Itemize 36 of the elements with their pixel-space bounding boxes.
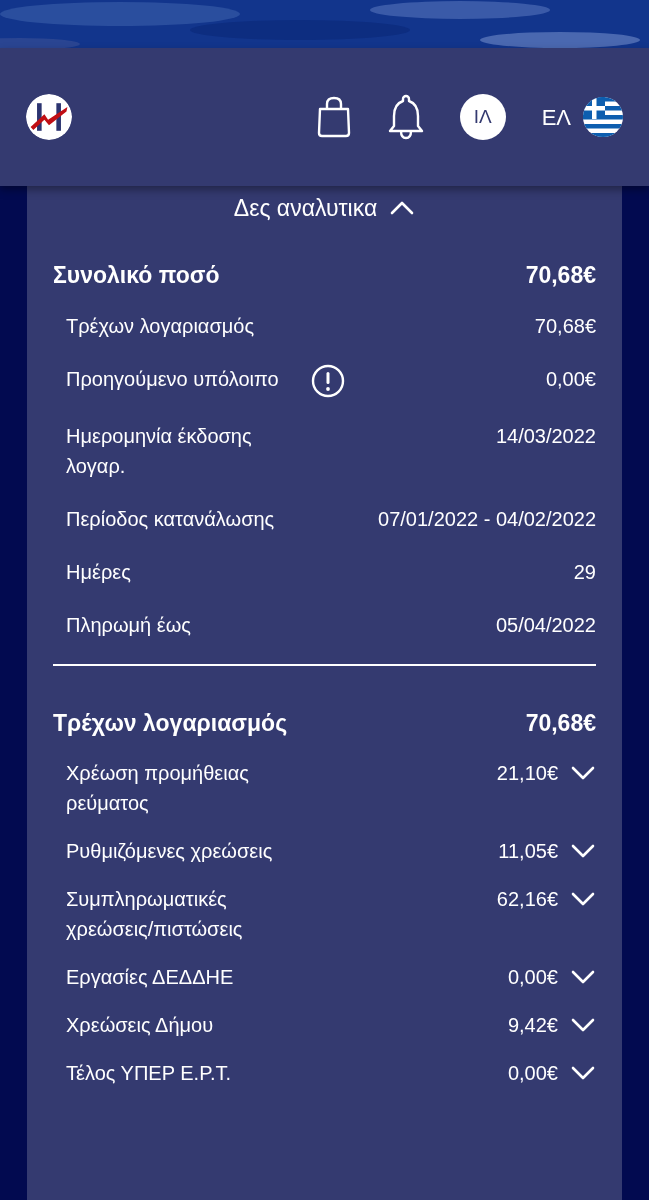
- charge-label: Χρέωση προμήθειας ρεύματος: [66, 761, 250, 816]
- charge-amount: 0,00€: [507, 1061, 558, 1086]
- detail-value: 0,00€: [545, 366, 596, 392]
- user-avatar[interactable]: ΙΛ: [459, 94, 506, 140]
- greek-flag-icon[interactable]: [583, 97, 623, 137]
- charge-label: Εργασίες ΔΕΔΔΗΕ: [66, 965, 235, 990]
- detail-value: 05/04/2022: [495, 612, 596, 638]
- detail-label: Πληρωμή έως: [66, 612, 192, 638]
- detail-value: 70,68€: [534, 313, 596, 339]
- detail-value: 29: [573, 559, 596, 585]
- charge-label: Τέλος ΥΠΕΡ Ε.Ρ.Τ.: [66, 1061, 233, 1086]
- detail-label: Ημερομηνία έκδοσης λογαρ.: [66, 423, 253, 479]
- charge-amount: 11,05€: [498, 839, 558, 864]
- charge-amount: 21,10€: [496, 761, 558, 786]
- shopping-bag-icon[interactable]: [315, 96, 352, 138]
- info-icon[interactable]: [311, 363, 345, 398]
- total-amount: 70,68€: [525, 708, 596, 738]
- charge-label: Χρεώσεις Δήμου: [66, 1013, 215, 1038]
- language-label[interactable]: ΕΛ: [541, 100, 571, 134]
- detail-label: Περίοδος κατανάλωσης: [66, 506, 276, 532]
- charge-amount: 62,16€: [496, 887, 558, 912]
- charge-label: Ρυθμιζόμενες χρεώσεις: [66, 839, 274, 864]
- detail-label: Ημέρες: [66, 559, 132, 585]
- detail-label: Τρέχων λογαριασμός: [66, 313, 256, 339]
- detail-value: 07/01/2022 - 04/02/2022: [378, 506, 596, 532]
- details-toggle[interactable]: Δες αναλυτικα: [233, 190, 416, 226]
- section-title: Συνολικό ποσό: [53, 261, 220, 290]
- charge-label: Συμπληρωματικές χρεώσεις/πιστώσεις: [66, 887, 244, 942]
- charge-amount: 0,00€: [507, 965, 558, 990]
- section-title: Τρέχων λογαριασμός: [53, 708, 288, 738]
- detail-value: 14/03/2022: [495, 423, 596, 449]
- logo-icon[interactable]: [26, 94, 72, 140]
- bell-icon[interactable]: [387, 94, 424, 140]
- total-amount: 70,68€: [525, 261, 596, 290]
- charge-amount: 9,42€: [507, 1013, 558, 1038]
- detail-label: Προηγούμενο υπόλοιπο: [66, 366, 280, 392]
